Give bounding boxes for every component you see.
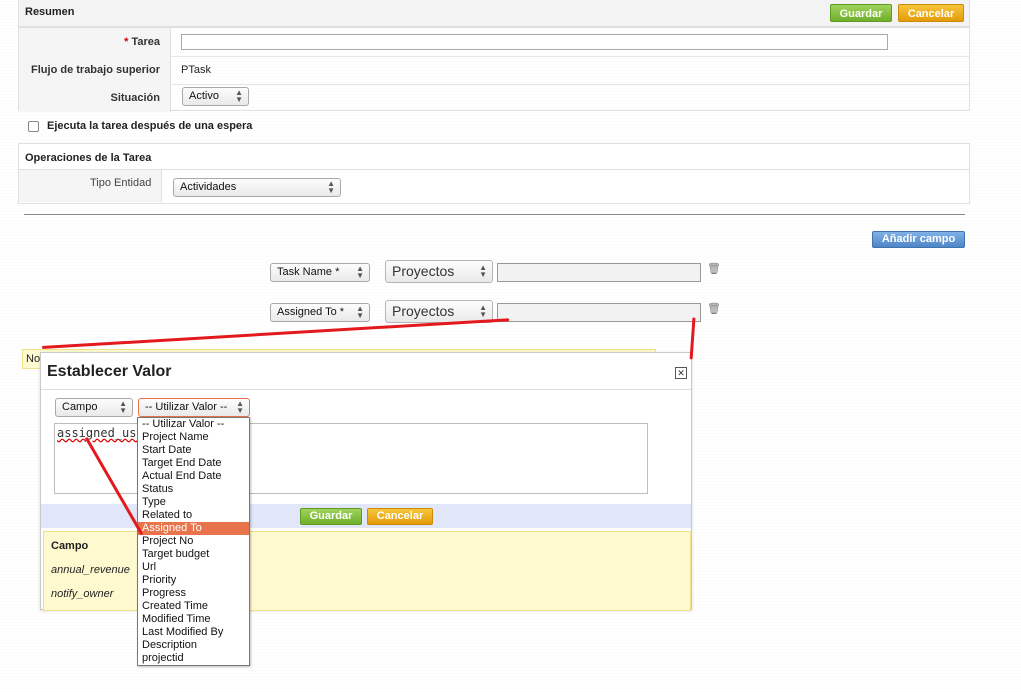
parent-value: PTask <box>181 64 211 76</box>
dropdown-option[interactable]: Description <box>138 639 249 652</box>
operations-header: Operaciones de la Tarea <box>18 143 970 170</box>
select-arrows-icon: ▲ ▼ <box>235 88 243 104</box>
dropdown-option[interactable]: projectid <box>138 652 249 665</box>
fields-header: Campo <box>51 540 89 552</box>
summary-header: Resumen Guardar Cancelar <box>18 0 970 27</box>
add-field-button[interactable]: Añadir campo <box>872 231 965 248</box>
dropdown-option[interactable]: Target budget <box>138 548 249 561</box>
status-select-value: Activo <box>189 90 219 102</box>
task-label: * Tarea <box>19 28 171 56</box>
save-button[interactable]: Guardar <box>830 4 892 22</box>
task-input[interactable] <box>181 34 888 50</box>
trash-icon[interactable]: 🗑 <box>707 303 721 315</box>
use-value-dropdown[interactable]: -- Utilizar Valor -- Project Name Start … <box>137 417 250 666</box>
status-select[interactable]: Activo ▲ ▼ <box>182 87 249 106</box>
wait-checkbox[interactable] <box>28 121 39 132</box>
value-type-select[interactable]: Campo ▲ ▼ <box>55 398 133 417</box>
required-mark: * <box>124 36 129 48</box>
task-label-text: Tarea <box>131 36 160 48</box>
dropdown-option[interactable]: Project No <box>138 535 249 548</box>
select-arrows-icon: ▲ ▼ <box>356 264 364 280</box>
dropdown-option[interactable]: Status <box>138 483 249 496</box>
dialog-title: Establecer Valor <box>47 363 172 380</box>
dialog-cancel-button[interactable]: Cancelar <box>367 508 433 525</box>
module-select-value: Proyectos <box>392 303 455 319</box>
dropdown-option[interactable]: Start Date <box>138 444 249 457</box>
status-row: Situación Activo ▲ ▼ <box>19 84 969 112</box>
use-value-select-value: -- Utilizar Valor -- <box>145 401 228 413</box>
dropdown-option[interactable]: Last Modified By <box>138 626 249 639</box>
task-row: * Tarea <box>19 28 969 57</box>
dropdown-option[interactable]: Related to <box>138 509 249 522</box>
dropdown-option[interactable]: Type <box>138 496 249 509</box>
entity-type-value: Actividades <box>180 181 237 193</box>
select-arrows-icon: ▲ ▼ <box>327 179 335 195</box>
trash-icon[interactable]: 🗑 <box>707 263 721 275</box>
operations-title: Operaciones de la Tarea <box>25 152 152 164</box>
module-select-task-name[interactable]: Proyectos ▲ ▼ <box>385 260 493 283</box>
value-input-task-name[interactable] <box>497 263 701 282</box>
dropdown-option[interactable]: Priority <box>138 574 249 587</box>
field-item[interactable]: notify_owner <box>51 588 113 600</box>
annotation-line <box>689 317 696 360</box>
dropdown-option[interactable]: Project Name <box>138 431 249 444</box>
select-arrows-icon: ▲ ▼ <box>479 263 487 279</box>
parent-row: Flujo de trabajo superior PTask <box>19 56 969 85</box>
parent-label: Flujo de trabajo superior <box>19 56 171 84</box>
dialog-save-button[interactable]: Guardar <box>300 508 362 525</box>
select-arrows-icon: ▲ ▼ <box>236 399 244 415</box>
field-item[interactable]: annual_revenue <box>51 564 130 576</box>
status-label: Situación <box>19 84 171 112</box>
use-value-select[interactable]: -- Utilizar Valor -- ▲ ▼ <box>138 398 250 417</box>
dropdown-option[interactable]: Progress <box>138 587 249 600</box>
entity-type-select[interactable]: Actividades ▲ ▼ <box>173 178 341 197</box>
field-select-value: Task Name * <box>277 266 340 278</box>
dropdown-option[interactable]: Target End Date <box>138 457 249 470</box>
cancel-button[interactable]: Cancelar <box>898 4 964 22</box>
dialog-divider <box>41 389 691 390</box>
wait-checkbox-label: Ejecuta la tarea después de una espera <box>47 120 253 132</box>
operations-body: Tipo Entidad Actividades ▲ ▼ <box>18 170 970 204</box>
dropdown-option[interactable]: Actual End Date <box>138 470 249 483</box>
dropdown-option[interactable]: Created Time <box>138 600 249 613</box>
field-select-value: Assigned To * <box>277 306 345 318</box>
field-select-task-name[interactable]: Task Name * ▲ ▼ <box>270 263 370 282</box>
value-input-assigned-to[interactable] <box>497 303 701 322</box>
divider <box>24 214 965 215</box>
field-select-assigned-to[interactable]: Assigned To * ▲ ▼ <box>270 303 370 322</box>
module-select-value: Proyectos <box>392 263 455 279</box>
notice-text: No <box>26 353 41 365</box>
select-arrows-icon: ▲ ▼ <box>479 303 487 319</box>
textarea-text: assigned_use <box>57 426 144 440</box>
close-icon[interactable]: ✕ <box>675 367 687 379</box>
dropdown-option[interactable]: Url <box>138 561 249 574</box>
summary-title: Resumen <box>25 6 75 18</box>
value-type-select-value: Campo <box>62 401 98 413</box>
select-arrows-icon: ▲ ▼ <box>119 399 127 415</box>
entity-type-label: Tipo Entidad <box>90 177 152 189</box>
dropdown-option[interactable]: Modified Time <box>138 613 249 626</box>
select-arrows-icon: ▲ ▼ <box>356 304 364 320</box>
task-form: * Tarea Flujo de trabajo superior PTask … <box>18 27 970 112</box>
annotation-line <box>41 318 510 349</box>
dropdown-option[interactable]: -- Utilizar Valor -- <box>138 418 249 431</box>
dropdown-option-selected[interactable]: Assigned To <box>138 522 249 535</box>
